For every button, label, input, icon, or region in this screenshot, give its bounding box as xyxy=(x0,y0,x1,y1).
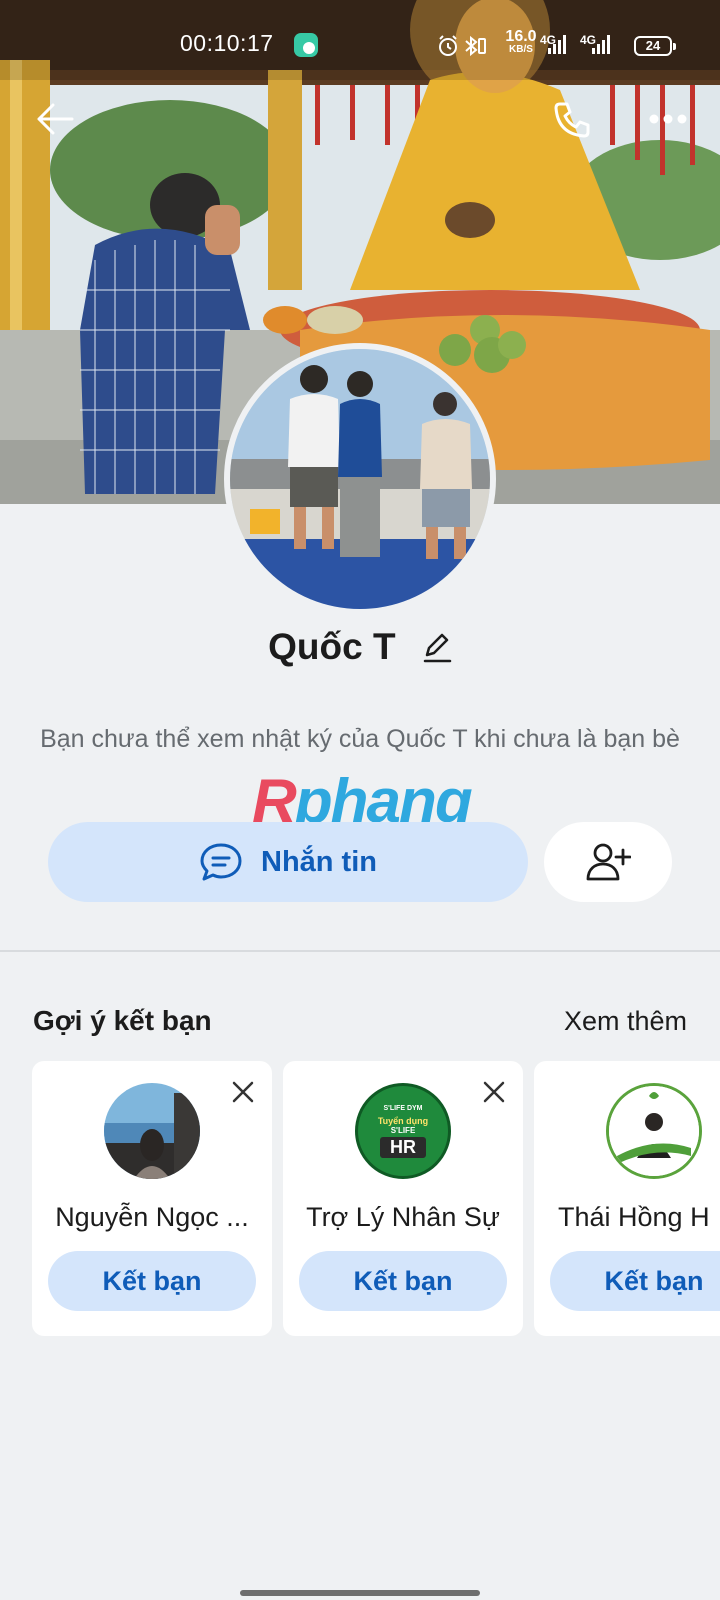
add-friend-suggestion-button[interactable]: Kết bạn xyxy=(299,1251,507,1311)
status-bar: 00:10:17 16.0 KB/S 4G 4G 24 xyxy=(0,0,720,92)
phone-call-icon[interactable] xyxy=(552,100,592,140)
battery-indicator: 24 xyxy=(634,36,676,56)
avatar-text-big: HR xyxy=(380,1136,426,1158)
alarm-icon xyxy=(439,35,457,56)
home-indicator[interactable] xyxy=(240,1590,480,1596)
section-divider xyxy=(0,950,720,952)
suggestion-name: Nguyễn Ngọc ... xyxy=(55,1202,249,1232)
signal-2-icon xyxy=(592,35,610,54)
suggestion-card[interactable]: Nguyễn Ngọc ... Kết bạn xyxy=(32,1061,272,1336)
avatar-text-sub: S'LIFE xyxy=(390,1125,416,1135)
notification-app-icon xyxy=(294,33,318,57)
add-friend-button[interactable] xyxy=(544,822,672,902)
see-more-link[interactable]: Xem thêm xyxy=(564,1006,687,1037)
suggestion-name: Thái Hồng H xyxy=(558,1202,710,1232)
profile-name-row: Quốc T xyxy=(0,624,720,668)
add-friend-suggestion-button[interactable]: Kết bạn xyxy=(550,1251,720,1311)
more-options-icon[interactable] xyxy=(648,112,688,126)
chat-bubble-icon xyxy=(200,843,242,881)
avatar-photo xyxy=(230,349,490,609)
suggestions-title: Gợi ý kết bạn xyxy=(33,1005,212,1036)
profile-avatar[interactable] xyxy=(224,343,496,615)
suggestion-avatar: S'LIFE DYM Tuyển dụng S'LIFE HR xyxy=(355,1083,451,1179)
signal-1-icon xyxy=(548,35,566,54)
avatar-text-top: S'LIFE DYM xyxy=(383,1104,423,1112)
edit-pencil-icon[interactable] xyxy=(422,631,452,663)
suggestion-name: Trợ Lý Nhân Sự xyxy=(306,1202,500,1232)
suggestion-avatar xyxy=(606,1083,702,1179)
profile-name: Quốc T xyxy=(268,626,396,668)
suggestion-card[interactable]: Thái Hồng H Kết bạn xyxy=(534,1061,720,1336)
status-time: 00:10:17 xyxy=(180,30,274,56)
suggestion-card[interactable]: S'LIFE DYM Tuyển dụng S'LIFE HR Trợ Lý N… xyxy=(283,1061,523,1336)
close-icon[interactable] xyxy=(483,1081,505,1103)
back-arrow-icon[interactable] xyxy=(36,102,74,136)
suggestion-avatar xyxy=(104,1083,200,1179)
close-icon[interactable] xyxy=(232,1081,254,1103)
network-speed: 16.0 KB/S xyxy=(505,28,537,55)
message-button-label: Nhắn tin xyxy=(261,845,377,878)
message-button[interactable]: Nhắn tin xyxy=(48,822,528,902)
suggestions-carousel[interactable]: Nguyễn Ngọc ... Kết bạn S'LIFE DYM Tuyển… xyxy=(32,1061,720,1336)
bluetooth-icon xyxy=(465,35,486,57)
add-friend-suggestion-button[interactable]: Kết bạn xyxy=(48,1251,256,1311)
privacy-note: Bạn chưa thể xem nhật ký của Quốc T khi … xyxy=(40,725,680,753)
avatar-text-mid: Tuyển dụng xyxy=(377,1115,429,1126)
add-person-icon xyxy=(586,843,631,881)
